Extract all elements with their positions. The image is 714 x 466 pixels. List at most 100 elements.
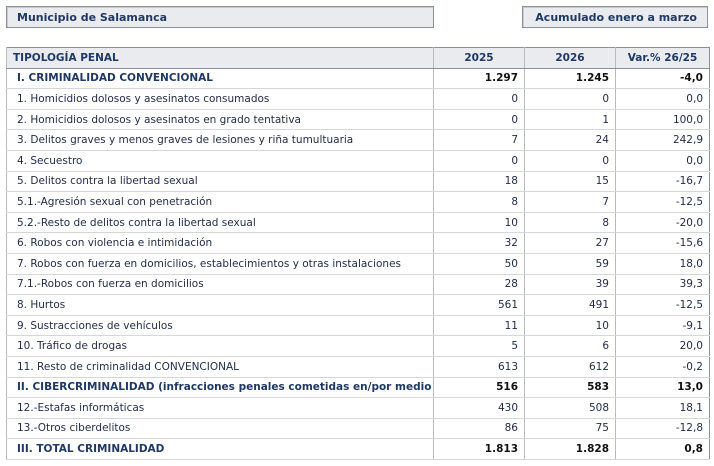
row-value-2026: 39	[524, 274, 616, 296]
row-value-2026: 1.245	[524, 68, 616, 90]
row-value-2025: 32	[433, 232, 525, 254]
row-variation: 0,0	[615, 88, 710, 110]
table-row: II. CIBERCRIMINALIDAD (infracciones pena…	[6, 377, 710, 399]
row-label: 7.1.-Robos con fuerza en domicilios	[6, 274, 434, 296]
row-variation: 0,0	[615, 150, 710, 172]
row-variation: -0,2	[615, 356, 710, 378]
row-label: 8. Hurtos	[6, 294, 434, 316]
row-variation: 18,0	[615, 253, 710, 275]
row-value-2025: 0	[433, 150, 525, 172]
municipality-header: Municipio de Salamanca	[6, 6, 434, 28]
row-value-2025: 50	[433, 253, 525, 275]
row-value-2026: 59	[524, 253, 616, 275]
row-value-2025: 8	[433, 191, 525, 213]
table-row: 10. Tráfico de drogas 5 6 20,0	[6, 335, 710, 357]
row-label: 2. Homicidios dolosos y asesinatos en gr…	[6, 109, 434, 131]
row-variation: 100,0	[615, 109, 710, 131]
row-variation: -12,5	[615, 191, 710, 213]
row-label: 9. Sustracciones de vehículos	[6, 315, 434, 337]
row-label: 3. Delitos graves y menos graves de lesi…	[6, 129, 434, 151]
row-label: I. CRIMINALIDAD CONVENCIONAL	[6, 68, 434, 90]
row-value-2026: 508	[524, 397, 616, 419]
column-header-2026: 2026	[524, 47, 616, 69]
row-value-2025: 28	[433, 274, 525, 296]
row-label: 5.2.-Resto de delitos contra la libertad…	[6, 212, 434, 234]
row-value-2026: 1.828	[524, 438, 616, 460]
table-row: 3. Delitos graves y menos graves de lesi…	[6, 129, 710, 151]
row-value-2026: 1	[524, 109, 616, 131]
row-variation: -12,5	[615, 294, 710, 316]
period-header: Acumulado enero a marzo	[522, 6, 708, 28]
row-value-2025: 0	[433, 109, 525, 131]
table-row: I. CRIMINALIDAD CONVENCIONAL 1.297 1.245 -4…	[6, 68, 710, 90]
row-variation: 0,8	[615, 438, 710, 460]
row-variation: -16,7	[615, 171, 710, 193]
column-header-variation: Var.% 26/25	[615, 47, 710, 69]
row-value-2026: 0	[524, 88, 616, 110]
column-header-typology: TIPOLOGÍA PENAL	[6, 47, 434, 69]
row-value-2026: 10	[524, 315, 616, 337]
table-row: 11. Resto de criminalidad CONVENCIONAL 61…	[6, 356, 710, 378]
row-value-2026: 8	[524, 212, 616, 234]
crime-statistics-table: TIPOLOGÍA PENAL 2025 2026 Var.% 26/25 I.…	[6, 47, 710, 460]
row-variation: -20,0	[615, 212, 710, 234]
row-value-2025: 516	[433, 377, 525, 399]
table-row: 5. Delitos contra la libertad sexual 18 15…	[6, 171, 710, 193]
row-variation: 13,0	[615, 377, 710, 399]
row-value-2026: 7	[524, 191, 616, 213]
table-row: 1. Homicidios dolosos y asesinatos consu…	[6, 88, 710, 110]
row-value-2025: 86	[433, 418, 525, 440]
row-value-2025: 561	[433, 294, 525, 316]
row-label: 10. Tráfico de drogas	[6, 335, 434, 357]
row-value-2026: 6	[524, 335, 616, 357]
row-value-2025: 7	[433, 129, 525, 151]
row-label: 1. Homicidios dolosos y asesinatos consu…	[6, 88, 434, 110]
row-label: 5. Delitos contra la libertad sexual	[6, 171, 434, 193]
column-header-2025: 2025	[433, 47, 525, 69]
row-variation: -4,0	[615, 68, 710, 90]
table-row: 7. Robos con fuerza en domicilios, estab…	[6, 253, 710, 275]
row-value-2026: 583	[524, 377, 616, 399]
row-value-2026: 15	[524, 171, 616, 193]
row-variation: -12,8	[615, 418, 710, 440]
table-row: 2. Homicidios dolosos y asesinatos en gr…	[6, 109, 710, 131]
row-value-2026: 27	[524, 232, 616, 254]
table-row: 5.1.-Agresión sexual con penetración 8 7 -1…	[6, 191, 710, 213]
row-value-2025: 11	[433, 315, 525, 337]
row-label: 6. Robos con violencia e intimidación	[6, 232, 434, 254]
row-variation: 20,0	[615, 335, 710, 357]
row-value-2025: 0	[433, 88, 525, 110]
row-value-2025: 430	[433, 397, 525, 419]
row-label: 7. Robos con fuerza en domicilios, estab…	[6, 253, 434, 275]
row-variation: -9,1	[615, 315, 710, 337]
table-row: 8. Hurtos 561 491 -12,5	[6, 294, 710, 316]
table-row: 5.2.-Resto de delitos contra la libertad…	[6, 212, 710, 234]
row-variation: 18,1	[615, 397, 710, 419]
row-variation: -15,6	[615, 232, 710, 254]
table-row: 13.-Otros ciberdelitos 86 75 -12,8	[6, 418, 710, 440]
row-variation: 242,9	[615, 129, 710, 151]
row-label: III. TOTAL CRIMINALIDAD	[6, 438, 434, 460]
row-value-2025: 10	[433, 212, 525, 234]
row-variation: 39,3	[615, 274, 710, 296]
row-value-2026: 491	[524, 294, 616, 316]
table-body: I. CRIMINALIDAD CONVENCIONAL 1.297 1.245 -4…	[6, 68, 710, 460]
table-header-row: TIPOLOGÍA PENAL 2025 2026 Var.% 26/25	[6, 47, 710, 69]
row-value-2025: 1.813	[433, 438, 525, 460]
row-value-2026: 75	[524, 418, 616, 440]
row-label: 12.-Estafas informáticas	[6, 397, 434, 419]
row-label: 5.1.-Agresión sexual con penetración	[6, 191, 434, 213]
row-value-2026: 612	[524, 356, 616, 378]
row-value-2025: 18	[433, 171, 525, 193]
table-row: 6. Robos con violencia e intimidación 32 2…	[6, 232, 710, 254]
row-value-2026: 0	[524, 150, 616, 172]
table-row: 7.1.-Robos con fuerza en domicilios 28 39 3…	[6, 274, 710, 296]
row-value-2026: 24	[524, 129, 616, 151]
row-value-2025: 5	[433, 335, 525, 357]
row-label: 4. Secuestro	[6, 150, 434, 172]
row-label: 13.-Otros ciberdelitos	[6, 418, 434, 440]
table-row: 9. Sustracciones de vehículos 11 10 -9,1	[6, 315, 710, 337]
table-row: 12.-Estafas informáticas 430 508 18,1	[6, 397, 710, 419]
table-row: 4. Secuestro 0 0 0,0	[6, 150, 710, 172]
row-label: 11. Resto de criminalidad CONVENCIONAL	[6, 356, 434, 378]
